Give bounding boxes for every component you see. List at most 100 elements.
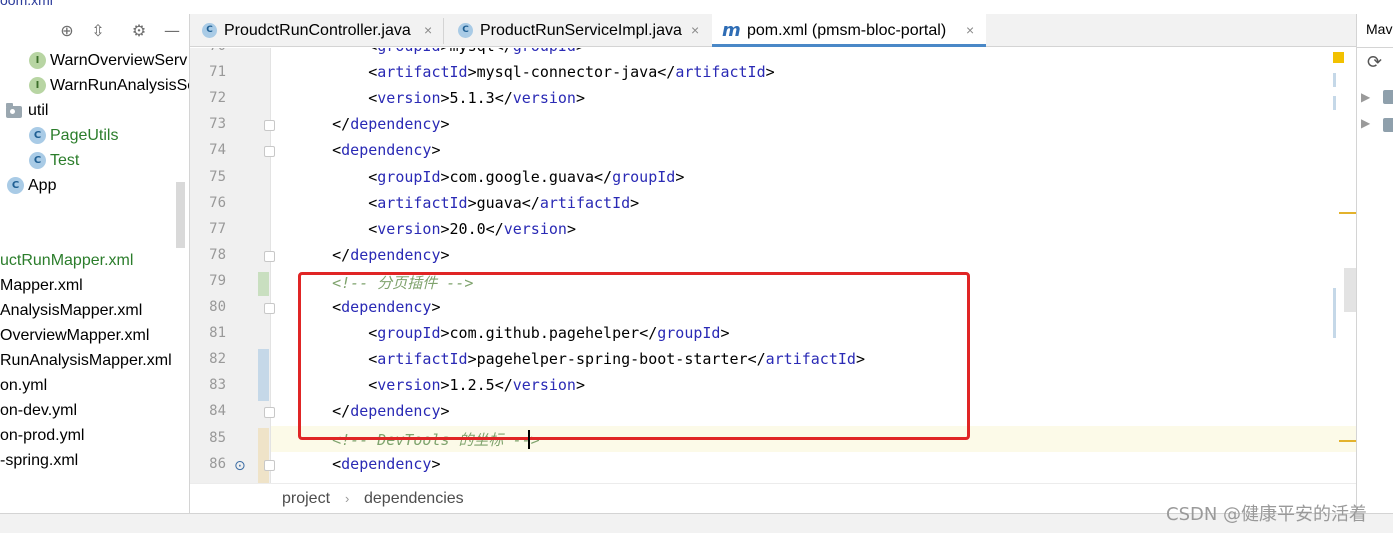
code-editor[interactable]: <groupId>mysql</groupId> <artifactId>mys… (190, 48, 1356, 483)
project-toolbar: ⊕ ⇳ ⚙ — (0, 14, 189, 47)
code-line[interactable]: <artifactId>guava</artifactId> (296, 194, 639, 212)
fold-toggle-icon[interactable] (264, 459, 275, 471)
tab-product-run-service-impl[interactable]: C ProductRunServiceImpl.java × (446, 14, 710, 47)
code-punct: </ (332, 115, 351, 134)
tree-item[interactable]: on-prod.yml (0, 423, 189, 448)
gear-icon[interactable]: ⚙ (129, 20, 149, 42)
project-scrollbar[interactable] (176, 182, 185, 248)
xml-text-value: 20.0 (449, 219, 486, 238)
code-line[interactable]: <groupId>com.google.guava</groupId> (296, 168, 684, 186)
xml-tag-name: version (503, 219, 567, 238)
editor-scrollbar-thumb[interactable] (1344, 268, 1356, 312)
maven-icon: m (722, 20, 741, 41)
error-stripe-mark[interactable] (1339, 440, 1356, 442)
tree-item[interactable]: RunAnalysisMapper.xml (0, 348, 189, 373)
line-number: 82 (209, 351, 226, 368)
tree-item[interactable]: OverviewMapper.xml (0, 323, 189, 348)
tree-item[interactable]: on.yml (0, 373, 189, 398)
close-icon[interactable]: × (424, 14, 432, 47)
tree-item[interactable]: C Test (0, 148, 189, 173)
code-punct: > (566, 219, 576, 238)
top-file-path-strip: oom.xml (0, 0, 190, 14)
tree-item[interactable]: I WarnOverviewServ (0, 48, 189, 73)
refresh-icon[interactable]: ⟳ (1367, 52, 1382, 73)
code-punct: < (368, 219, 378, 238)
breadcrumb-item-project[interactable]: project (282, 484, 330, 514)
hide-panel-icon[interactable]: — (162, 20, 182, 42)
tree-item[interactable]: C PageUtils (0, 123, 189, 148)
tree-item-label: PageUtils (50, 127, 119, 144)
tree-item-label: AnalysisMapper.xml (0, 302, 143, 319)
breadcrumb-item-dependencies[interactable]: dependencies (364, 484, 464, 514)
code-punct: < (368, 89, 378, 108)
tree-item-label: -spring.xml (0, 452, 79, 469)
code-punct: < (332, 454, 342, 473)
code-punct: </ (332, 245, 351, 264)
code-punct: < (368, 48, 377, 55)
vcs-modified-mark (258, 428, 269, 483)
warning-indicator-icon[interactable] (1333, 52, 1344, 63)
xml-text-value: 5.1.3 (449, 89, 495, 108)
fold-toggle-icon[interactable] (264, 146, 275, 158)
fold-toggle-icon[interactable] (264, 303, 275, 314)
code-line[interactable]: <dependency> (296, 454, 440, 473)
code-punct: > (467, 63, 477, 82)
tree-item[interactable]: AnalysisMapper.xml (0, 298, 189, 323)
xml-tag-name: dependency (341, 454, 432, 473)
line-number: 71 (209, 64, 226, 81)
tree-item[interactable]: Mapper.xml (0, 273, 189, 298)
expand-arrow-icon[interactable]: ▶ (1361, 90, 1370, 104)
class-icon: C (29, 127, 46, 144)
tree-item-label: RunAnalysisMapper.xml (0, 352, 172, 369)
tree-item-label: WarnOverviewServ (50, 52, 188, 69)
error-stripe-mark[interactable] (1339, 212, 1356, 214)
locate-file-icon[interactable]: ⊕ (57, 20, 77, 42)
expand-arrow-icon[interactable]: ▶ (1361, 116, 1370, 130)
tree-item-label: OverviewMapper.xml (0, 327, 150, 344)
line-number: 80 (209, 299, 226, 315)
code-line[interactable]: </dependency> (296, 115, 450, 134)
tab-pom-xml[interactable]: m pom.xml (pmsm-bloc-portal) × (712, 14, 986, 47)
fold-toggle-icon[interactable] (264, 120, 275, 132)
tree-item[interactable]: on-dev.yml (0, 398, 189, 423)
tab-proudct-run-controller[interactable]: C ProudctRunController.java × (190, 14, 442, 47)
tree-item-folder[interactable]: util (0, 98, 189, 123)
code-line[interactable]: <version>20.0</version> (296, 220, 576, 238)
tree-item-label: Test (50, 152, 80, 169)
code-punct: > (765, 63, 775, 82)
change-stripe[interactable] (1333, 73, 1336, 87)
collapse-all-icon[interactable]: ⇳ (88, 20, 108, 42)
fold-toggle-icon[interactable] (264, 407, 275, 419)
code-line[interactable]: <version>5.1.3</version> (296, 89, 585, 107)
tree-item[interactable]: I WarnRunAnalysisSe (0, 73, 189, 98)
tree-item-label: on-prod.yml (0, 427, 85, 444)
line-number: 86 (209, 455, 226, 472)
line-number: 78 (209, 246, 226, 263)
change-stripe[interactable] (1333, 288, 1336, 338)
code-line[interactable]: <dependency> (296, 141, 440, 159)
override-gutter-icon[interactable]: ⊙ (234, 458, 246, 474)
tree-item-label: uctRunMapper.xml (0, 252, 134, 269)
close-icon[interactable]: × (691, 14, 699, 47)
code-line[interactable]: <groupId>mysql</groupId> (296, 48, 585, 55)
tree-item[interactable]: C App (0, 173, 189, 198)
tree-item[interactable]: -spring.xml (0, 448, 189, 473)
code-punct: > (440, 245, 450, 264)
interface-icon: I (29, 52, 46, 69)
change-stripe[interactable] (1333, 96, 1336, 110)
code-line[interactable]: </dependency> (296, 245, 450, 264)
fold-toggle-icon[interactable] (264, 250, 275, 262)
tab-label: pom.xml (pmsm-bloc-portal) (747, 22, 947, 39)
line-number: 74 (209, 142, 226, 159)
maven-panel-title[interactable]: Mav (1366, 21, 1392, 37)
close-icon[interactable]: × (966, 14, 974, 47)
code-punct: > (576, 48, 585, 55)
code-punct: > (440, 115, 450, 134)
tree-item[interactable]: uctRunMapper.xml (0, 248, 189, 273)
line-number: 72 (209, 90, 226, 107)
xml-tag-name: version (512, 89, 576, 108)
code-line[interactable]: <artifactId>mysql-connector-java</artifa… (296, 63, 775, 82)
line-number: 77 (209, 220, 226, 237)
code-punct: > (675, 167, 685, 186)
